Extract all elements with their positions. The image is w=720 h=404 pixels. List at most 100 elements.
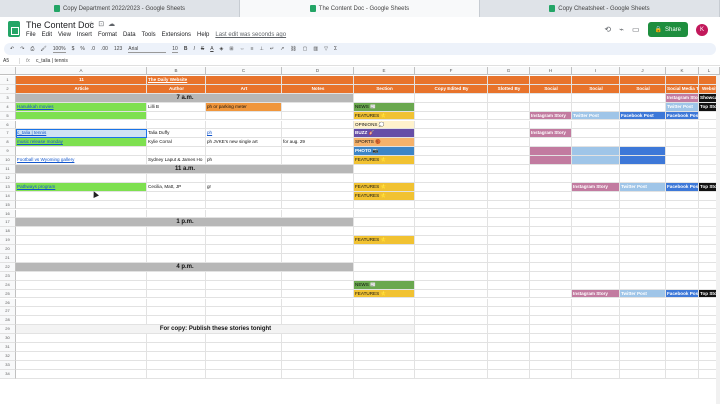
data-cell[interactable]: Instagram Story xyxy=(666,93,699,103)
menu-item-data[interactable]: Data xyxy=(123,32,136,38)
row-header[interactable]: 3 xyxy=(0,93,16,103)
redo-icon[interactable]: ↷ xyxy=(20,46,24,52)
empty-cell[interactable] xyxy=(530,369,572,379)
empty-cell[interactable] xyxy=(206,271,282,281)
data-cell[interactable]: FEATURES ⭐ xyxy=(354,289,415,299)
data-cell[interactable]: for aug. 29 xyxy=(282,138,354,148)
empty-cell[interactable] xyxy=(572,138,620,148)
column-header-D[interactable]: D xyxy=(282,67,354,75)
empty-cell[interactable] xyxy=(488,165,530,174)
empty-cell[interactable] xyxy=(282,156,354,165)
empty-cell[interactable] xyxy=(572,173,620,183)
empty-cell[interactable] xyxy=(620,209,666,219)
data-cell[interactable]: Facebook Post xyxy=(666,182,699,192)
column-header-I[interactable]: I xyxy=(572,67,620,75)
fill-color-icon[interactable]: ◈ xyxy=(220,46,224,52)
empty-cell[interactable] xyxy=(572,254,620,263)
data-cell[interactable]: BUZZ 🎸 xyxy=(354,129,415,139)
empty-cell[interactable] xyxy=(415,316,488,326)
empty-cell[interactable] xyxy=(147,245,206,254)
empty-cell[interactable] xyxy=(488,93,530,103)
empty-cell[interactable] xyxy=(206,209,282,219)
row-header[interactable]: 25 xyxy=(0,289,16,299)
empty-cell[interactable] xyxy=(16,360,147,370)
empty-cell[interactable] xyxy=(620,218,666,228)
empty-cell[interactable] xyxy=(488,120,530,130)
empty-cell[interactable] xyxy=(530,102,572,112)
empty-cell[interactable] xyxy=(354,351,415,361)
empty-cell[interactable] xyxy=(415,165,488,174)
empty-cell[interactable] xyxy=(147,369,206,379)
empty-cell[interactable] xyxy=(488,307,530,317)
row-header[interactable]: 4 xyxy=(0,102,16,112)
empty-cell[interactable] xyxy=(282,200,354,210)
empty-cell[interactable] xyxy=(16,369,147,379)
row-header[interactable]: 24 xyxy=(0,280,16,290)
empty-cell[interactable] xyxy=(415,262,488,272)
empty-cell[interactable] xyxy=(620,165,666,174)
row-header[interactable]: 7 xyxy=(0,129,16,139)
empty-cell[interactable] xyxy=(530,120,572,130)
empty-cell[interactable] xyxy=(415,325,488,335)
empty-cell[interactable] xyxy=(666,325,699,335)
empty-cell[interactable] xyxy=(16,307,147,317)
empty-cell[interactable] xyxy=(147,280,206,290)
empty-cell[interactable] xyxy=(206,280,282,290)
empty-cell[interactable] xyxy=(620,138,666,148)
empty-cell[interactable] xyxy=(354,245,415,254)
row-header[interactable]: 26 xyxy=(0,298,16,308)
data-cell[interactable]: NEWS 📰 xyxy=(354,102,415,112)
zoom-select[interactable]: 100% xyxy=(52,46,66,53)
empty-cell[interactable] xyxy=(16,289,147,299)
text-color-button[interactable]: A xyxy=(210,46,213,52)
empty-cell[interactable] xyxy=(572,280,620,290)
empty-cell[interactable] xyxy=(666,316,699,326)
article-link[interactable]: music release monday xyxy=(16,138,147,148)
empty-cell[interactable] xyxy=(282,209,354,219)
empty-cell[interactable] xyxy=(530,245,572,254)
percent-button[interactable]: % xyxy=(80,46,84,52)
empty-cell[interactable] xyxy=(354,316,415,326)
empty-cell[interactable] xyxy=(666,351,699,361)
undo-icon[interactable]: ↶ xyxy=(10,46,14,52)
menu-item-help[interactable]: Help xyxy=(197,32,209,38)
font-select[interactable]: Arial xyxy=(128,46,167,53)
empty-cell[interactable] xyxy=(530,254,572,263)
empty-cell[interactable] xyxy=(530,173,572,183)
article-link[interactable]: Football vs Wyoming gallery xyxy=(16,156,147,165)
empty-cell[interactable] xyxy=(530,280,572,290)
menu-item-extensions[interactable]: Extensions xyxy=(162,32,191,38)
row-header[interactable]: 22 xyxy=(0,262,16,272)
data-cell[interactable]: FEATURES ⭐ xyxy=(354,111,415,121)
browser-tab[interactable]: The Content Doc - Google Sheets xyxy=(240,0,480,17)
empty-cell[interactable] xyxy=(488,102,530,112)
empty-cell[interactable] xyxy=(147,298,206,308)
empty-cell[interactable] xyxy=(206,369,282,379)
column-header-A[interactable]: A xyxy=(16,67,147,75)
empty-cell[interactable] xyxy=(572,102,620,112)
data-cell[interactable]: Talia Duffy xyxy=(147,129,206,139)
row-header[interactable]: 19 xyxy=(0,236,16,246)
data-cell[interactable]: FEATURES ⭐ xyxy=(354,236,415,246)
menu-item-tools[interactable]: Tools xyxy=(142,32,156,38)
menu-item-insert[interactable]: Insert xyxy=(77,32,92,38)
empty-cell[interactable] xyxy=(415,147,488,157)
data-cell[interactable]: Instagram Story xyxy=(572,182,620,192)
empty-cell[interactable] xyxy=(572,351,620,361)
empty-cell[interactable] xyxy=(282,227,354,237)
column-header-K[interactable]: K xyxy=(666,67,699,75)
empty-cell[interactable] xyxy=(620,360,666,370)
trend-icon[interactable]: ⌁ xyxy=(619,25,624,34)
empty-cell[interactable] xyxy=(16,298,147,308)
history-icon[interactable]: ⟲ xyxy=(604,25,611,34)
empty-cell[interactable] xyxy=(147,289,206,299)
empty-cell[interactable] xyxy=(572,307,620,317)
empty-cell[interactable] xyxy=(16,254,147,263)
empty-cell[interactable] xyxy=(530,360,572,370)
name-box[interactable]: A5 xyxy=(0,58,20,64)
empty-cell[interactable] xyxy=(666,369,699,379)
empty-cell[interactable] xyxy=(206,191,282,201)
empty-cell[interactable] xyxy=(572,227,620,237)
wrap-icon[interactable]: ↵ xyxy=(270,46,274,52)
empty-cell[interactable] xyxy=(206,334,282,343)
